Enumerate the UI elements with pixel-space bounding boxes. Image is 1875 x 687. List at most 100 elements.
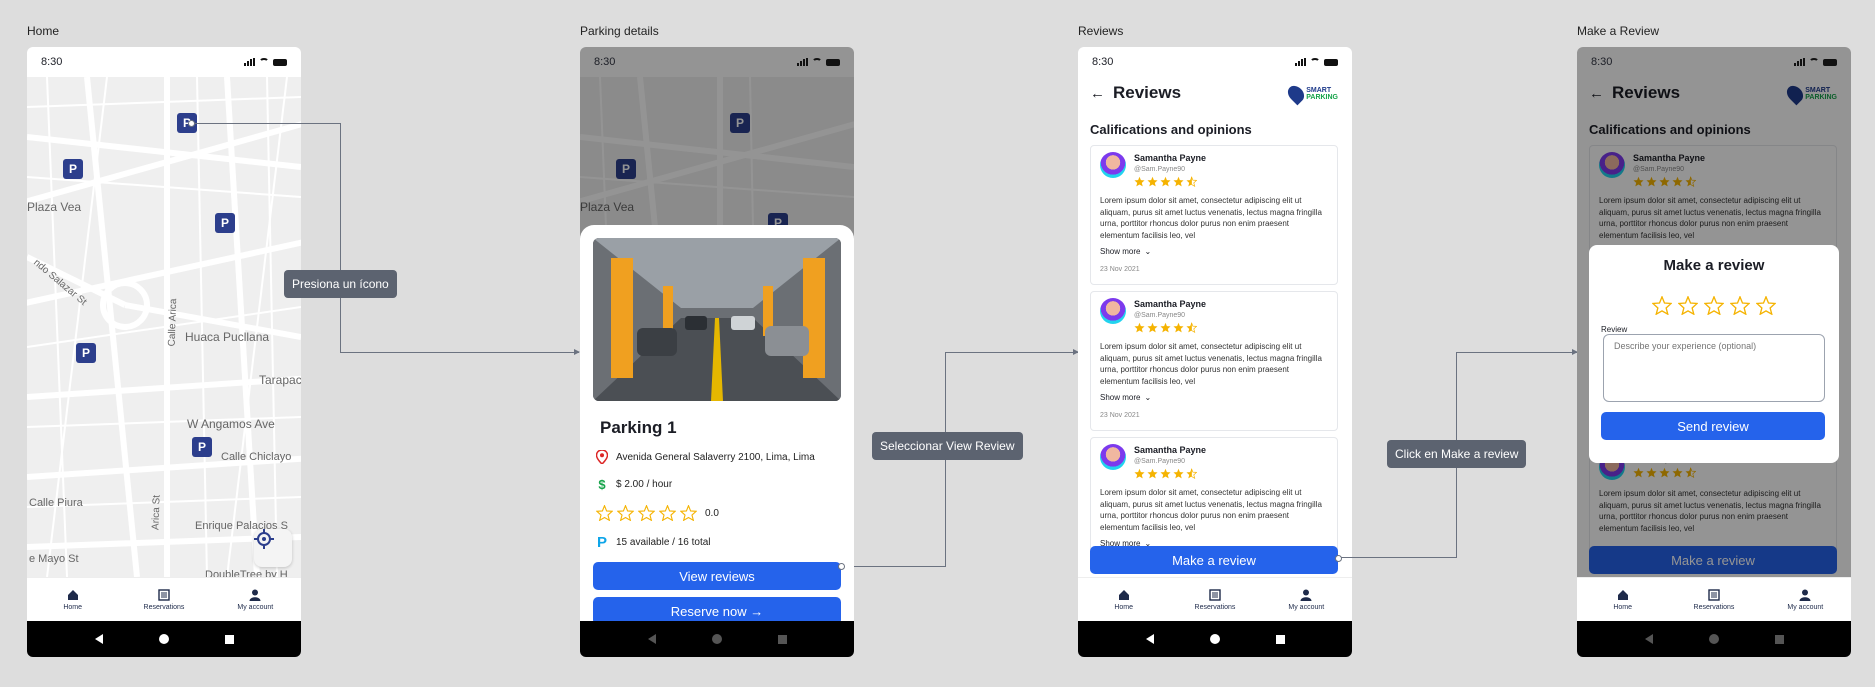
tab-home[interactable]: Home (1089, 589, 1159, 611)
star-outline-icon[interactable] (1730, 296, 1750, 315)
tab-account[interactable]: My account (220, 589, 290, 611)
map-label: Arica St (150, 494, 163, 531)
parking-marker[interactable]: P (63, 159, 83, 179)
show-more-link[interactable]: Show more ⌄ (1100, 393, 1328, 402)
star-filled-icon (1173, 176, 1184, 187)
parking-address: Avenida General Salaverry 2100, Lima, Li… (616, 451, 815, 463)
tab-reservations[interactable]: Reservations (1180, 588, 1250, 611)
home-circle-icon[interactable] (1708, 634, 1719, 644)
review-card: Samantha Payne @Sam.Payne90 Lorem ipsum d… (1090, 145, 1338, 285)
reviewer-handle: @Sam.Payne90 (1134, 312, 1186, 319)
back-icon[interactable] (1145, 634, 1154, 644)
tab-reservations[interactable]: Reservations (1679, 588, 1749, 611)
back-icon[interactable] (647, 634, 656, 644)
star-filled-icon (1134, 468, 1145, 479)
star-outline-icon[interactable] (638, 505, 655, 521)
review-text: Lorem ipsum dolor sit amet, consectetur … (1100, 488, 1322, 532)
parking-title: Parking 1 (600, 418, 677, 437)
android-nav-bar (27, 621, 301, 657)
recents-icon[interactable] (1774, 634, 1784, 644)
annotation-tooltip: Click en Make a review (1387, 440, 1527, 468)
back-icon[interactable] (94, 634, 103, 644)
phone-make-review: 8:30 ← Reviews SMART PARKING Calification… (1577, 47, 1851, 657)
star-filled-icon (1134, 322, 1145, 333)
avatar (1100, 444, 1126, 470)
tab-account[interactable]: My account (1770, 589, 1840, 611)
star-filled-icon (1134, 176, 1145, 187)
section-title: Califications and opinions (1090, 122, 1252, 137)
tab-account[interactable]: My account (1271, 589, 1341, 611)
map-label: Calle Arica (166, 298, 180, 347)
user-icon (249, 589, 261, 601)
rating-input-stars[interactable] (1601, 296, 1827, 315)
map-label: W Angamos Ave (187, 417, 275, 431)
home-circle-icon[interactable] (158, 634, 169, 644)
home-circle-icon[interactable] (1209, 634, 1220, 644)
star-outline-icon[interactable] (1678, 296, 1698, 315)
view-reviews-button[interactable]: View reviews (593, 562, 841, 590)
parking-marker[interactable]: P (76, 343, 96, 363)
review-card: Samantha Payne @Sam.Payne90 Lorem ipsum d… (1090, 291, 1338, 431)
star-outline-icon[interactable] (1756, 296, 1776, 315)
list-icon (1209, 588, 1221, 601)
star-outline-icon[interactable] (659, 505, 676, 521)
star-half-icon (1186, 176, 1197, 187)
tab-home[interactable]: Home (1588, 589, 1658, 611)
map-label: Calle Piura (29, 497, 83, 509)
star-half-icon (1186, 322, 1197, 333)
phone-parking-details: 8:30 P P P Plaza Vea Parking 1 Avenida G… (580, 47, 854, 657)
send-review-button[interactable]: Send review (1601, 412, 1825, 440)
annotation-tooltip: Seleccionar View Review (872, 432, 1023, 460)
smart-parking-logo: SMART PARKING (1284, 82, 1338, 106)
rating-stars[interactable] (596, 505, 697, 521)
bottom-tab-bar: Home Reservations My account (1078, 577, 1352, 621)
star-outline-icon[interactable] (617, 505, 634, 521)
review-date: 23 Nov 2021 (1100, 412, 1140, 419)
reviewer-handle: @Sam.Payne90 (1134, 458, 1186, 465)
connector-dot (838, 563, 845, 570)
parking-marker[interactable]: P (192, 437, 212, 457)
show-more-link[interactable]: Show more ⌄ (1100, 247, 1328, 256)
home-circle-icon[interactable] (711, 634, 722, 644)
star-filled-icon (1160, 176, 1171, 187)
reviewer-name: Samantha Payne (1134, 153, 1207, 163)
status-bar: 8:30 (1577, 47, 1851, 77)
star-outline-icon[interactable] (680, 505, 697, 521)
review-textarea[interactable] (1603, 334, 1825, 402)
tab-label: Home (63, 603, 82, 611)
address-row: Avenida General Salaverry 2100, Lima, Li… (596, 450, 841, 464)
frame-label-reviews: Reviews (1078, 24, 1124, 38)
tab-home[interactable]: Home (38, 589, 108, 611)
back-icon[interactable] (1644, 634, 1653, 644)
map-label: Plaza Vea (27, 200, 82, 214)
price-row: $ $ 2.00 / hour (596, 477, 841, 492)
star-filled-icon (1173, 322, 1184, 333)
modal-title: Make a review (1663, 257, 1765, 274)
status-icons (244, 58, 287, 66)
my-location-button[interactable] (254, 529, 292, 567)
parking-availability: 15 available / 16 total (616, 537, 711, 548)
reviewer-name: Samantha Payne (1134, 299, 1207, 309)
recents-icon[interactable] (224, 634, 234, 644)
star-outline-icon[interactable] (1652, 296, 1672, 315)
back-arrow-icon[interactable]: ← (1090, 85, 1105, 102)
status-icons (797, 58, 840, 66)
make-review-button[interactable]: Make a review (1090, 546, 1338, 574)
tab-reservations[interactable]: Reservations (129, 588, 199, 611)
android-nav-bar (580, 621, 854, 657)
star-outline-icon[interactable] (1704, 296, 1724, 315)
status-time: 8:30 (594, 56, 616, 68)
star-filled-icon (1160, 322, 1171, 333)
user-icon (1799, 589, 1811, 601)
star-outline-icon[interactable] (596, 505, 613, 521)
tab-label: Home (1613, 603, 1632, 611)
home-icon (1617, 589, 1628, 600)
avatar (1100, 152, 1126, 178)
review-text: Lorem ipsum dolor sit amet, consectetur … (1100, 342, 1322, 386)
make-review-modal: Make a review Review Send review (1589, 245, 1839, 463)
map-label: e Mayo St (29, 553, 79, 565)
review-stars (1134, 468, 1206, 479)
recents-icon[interactable] (777, 634, 787, 644)
dollar-icon: $ (598, 477, 606, 492)
recents-icon[interactable] (1275, 634, 1285, 644)
